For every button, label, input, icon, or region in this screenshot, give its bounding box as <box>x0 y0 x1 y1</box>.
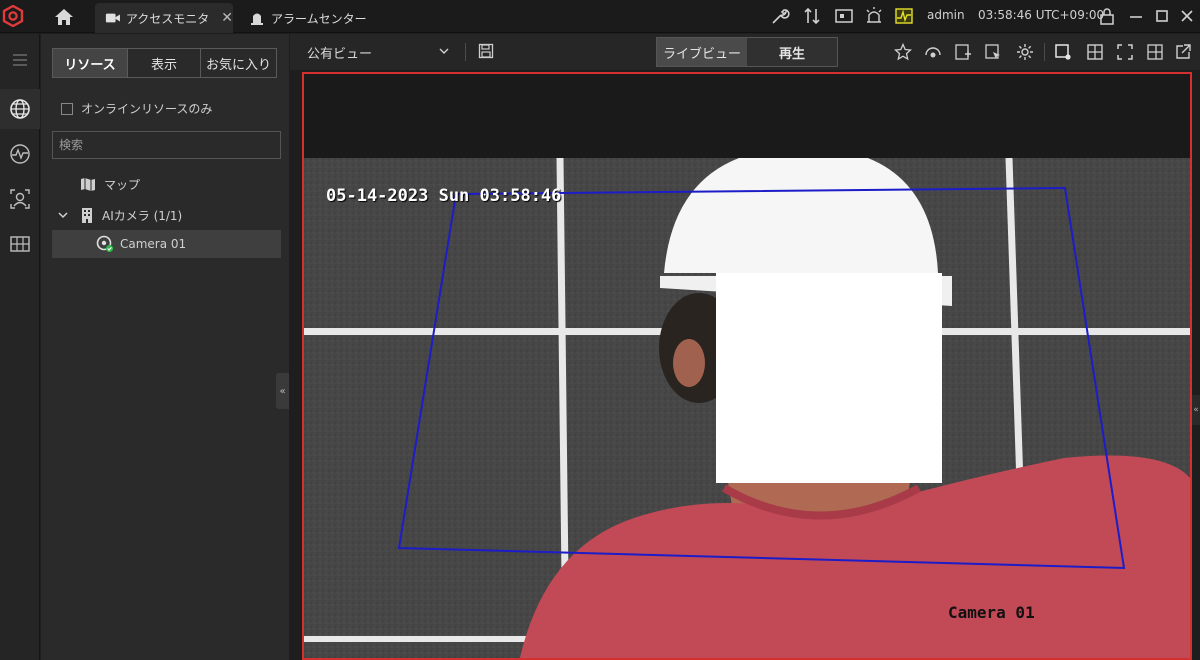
tab-alarm-center[interactable]: アラームセンター <box>238 3 388 33</box>
chevron-down-icon[interactable] <box>438 45 450 57</box>
tree-item-label: マップ <box>104 177 141 192</box>
expand-right-panel-button[interactable]: « <box>1192 395 1200 425</box>
collapse-panel-button[interactable]: « <box>276 373 289 409</box>
globe-icon <box>10 99 30 119</box>
panel-tabs: リソース 表示 お気に入り <box>52 48 277 78</box>
health-monitor-icon[interactable] <box>894 6 914 26</box>
search-input[interactable] <box>52 131 281 159</box>
toolbar-divider <box>1044 43 1045 61</box>
star-icon[interactable] <box>894 43 912 61</box>
tree-item-ai-camera-group[interactable]: AIカメラ (1/1) <box>52 201 281 229</box>
live-view-button[interactable]: ライブビュー <box>657 38 747 66</box>
tab-access-monitor[interactable]: アクセスモニタ ✕ <box>95 3 233 33</box>
tree-item-camera-01[interactable]: Camera 01 <box>52 230 281 258</box>
window-layout-icon[interactable] <box>1086 43 1104 61</box>
chevron-down-icon[interactable] <box>57 209 69 221</box>
nav-rail <box>0 34 40 660</box>
tab-label: アクセスモニタ <box>125 11 210 26</box>
live-view-window[interactable]: 05-14-2023 Sun 03:58:46 Camera 01 <box>302 72 1192 660</box>
close-tab-icon[interactable]: ✕ <box>221 10 233 26</box>
osd-camera-name: Camera 01 <box>948 603 1035 622</box>
view-select[interactable]: 公有ビュー <box>307 43 372 62</box>
tab-label: アラームセンター <box>271 11 367 26</box>
minimize-icon[interactable] <box>1126 6 1146 26</box>
person-frame-icon <box>10 189 30 209</box>
resource-panel: リソース 表示 お気に入り オンラインリソースのみ マップ <box>41 34 289 660</box>
hamburger-menu-icon <box>13 54 27 66</box>
tree-item-map[interactable]: マップ <box>52 170 281 198</box>
tree-item-label: Camera 01 <box>120 237 187 251</box>
wrench-icon[interactable] <box>770 6 790 26</box>
pulse-icon <box>10 144 30 164</box>
title-bar: アクセスモニタ ✕ アラームセンター admin 03:58:46 UTC+09… <box>0 0 1200 33</box>
tree-item-label: AIカメラ (1/1) <box>102 208 183 223</box>
close-window-icon[interactable] <box>1177 6 1197 26</box>
camera-video-feed[interactable] <box>304 158 1190 658</box>
tab-favorites[interactable]: お気に入り <box>201 49 276 77</box>
rail-item-persons[interactable] <box>0 179 40 219</box>
detection-region-overlay <box>397 186 1126 570</box>
settings-gear-icon[interactable] <box>1016 43 1034 61</box>
app-logo-icon <box>2 5 24 27</box>
current-user[interactable]: admin <box>927 8 965 22</box>
view-toolbar: 公有ビュー ライブビュー 再生 <box>290 34 1200 70</box>
save-icon[interactable] <box>478 43 494 59</box>
grid-icon <box>10 236 30 252</box>
add-to-view-icon[interactable] <box>954 43 972 61</box>
view-mode-switch: ライブビュー 再生 <box>656 37 838 67</box>
menu-toggle[interactable] <box>0 40 40 80</box>
system-clock: 03:58:46 UTC+09:00 <box>978 8 1105 22</box>
window-status-icon[interactable] <box>1054 43 1072 61</box>
lock-icon[interactable] <box>1097 6 1117 26</box>
online-only-filter[interactable]: オンラインリソースのみ <box>61 100 212 117</box>
maximize-icon[interactable] <box>1152 6 1172 26</box>
ptz-control-icon[interactable] <box>924 43 942 61</box>
alarm-light-icon[interactable] <box>864 6 884 26</box>
playback-button[interactable]: 再生 <box>747 38 837 66</box>
video-camera-icon <box>105 13 120 23</box>
split-view-icon[interactable] <box>1146 43 1164 61</box>
sort-arrows-icon[interactable] <box>802 6 822 26</box>
rail-item-grid[interactable] <box>0 224 40 264</box>
tab-resources[interactable]: リソース <box>53 49 128 77</box>
app-window: アクセスモニタ ✕ アラームセンター admin 03:58:46 UTC+09… <box>0 0 1200 660</box>
camera-online-icon <box>96 235 114 253</box>
select-window-icon[interactable] <box>984 43 1002 61</box>
alarm-bell-icon <box>251 13 263 25</box>
online-only-label: オンラインリソースのみ <box>81 102 213 116</box>
rail-item-resources[interactable] <box>0 89 40 129</box>
open-external-icon[interactable] <box>1174 43 1192 61</box>
online-only-checkbox[interactable] <box>61 102 73 115</box>
rail-item-events[interactable] <box>0 134 40 174</box>
building-icon <box>82 208 92 223</box>
tab-display[interactable]: 表示 <box>128 49 201 77</box>
map-icon <box>81 178 95 191</box>
home-icon[interactable] <box>54 8 74 26</box>
osd-timestamp: 05-14-2023 Sun 03:58:46 <box>326 186 562 206</box>
monitor-grid-icon[interactable] <box>834 6 854 26</box>
fullscreen-icon[interactable] <box>1116 43 1134 61</box>
toolbar-divider <box>465 43 466 61</box>
